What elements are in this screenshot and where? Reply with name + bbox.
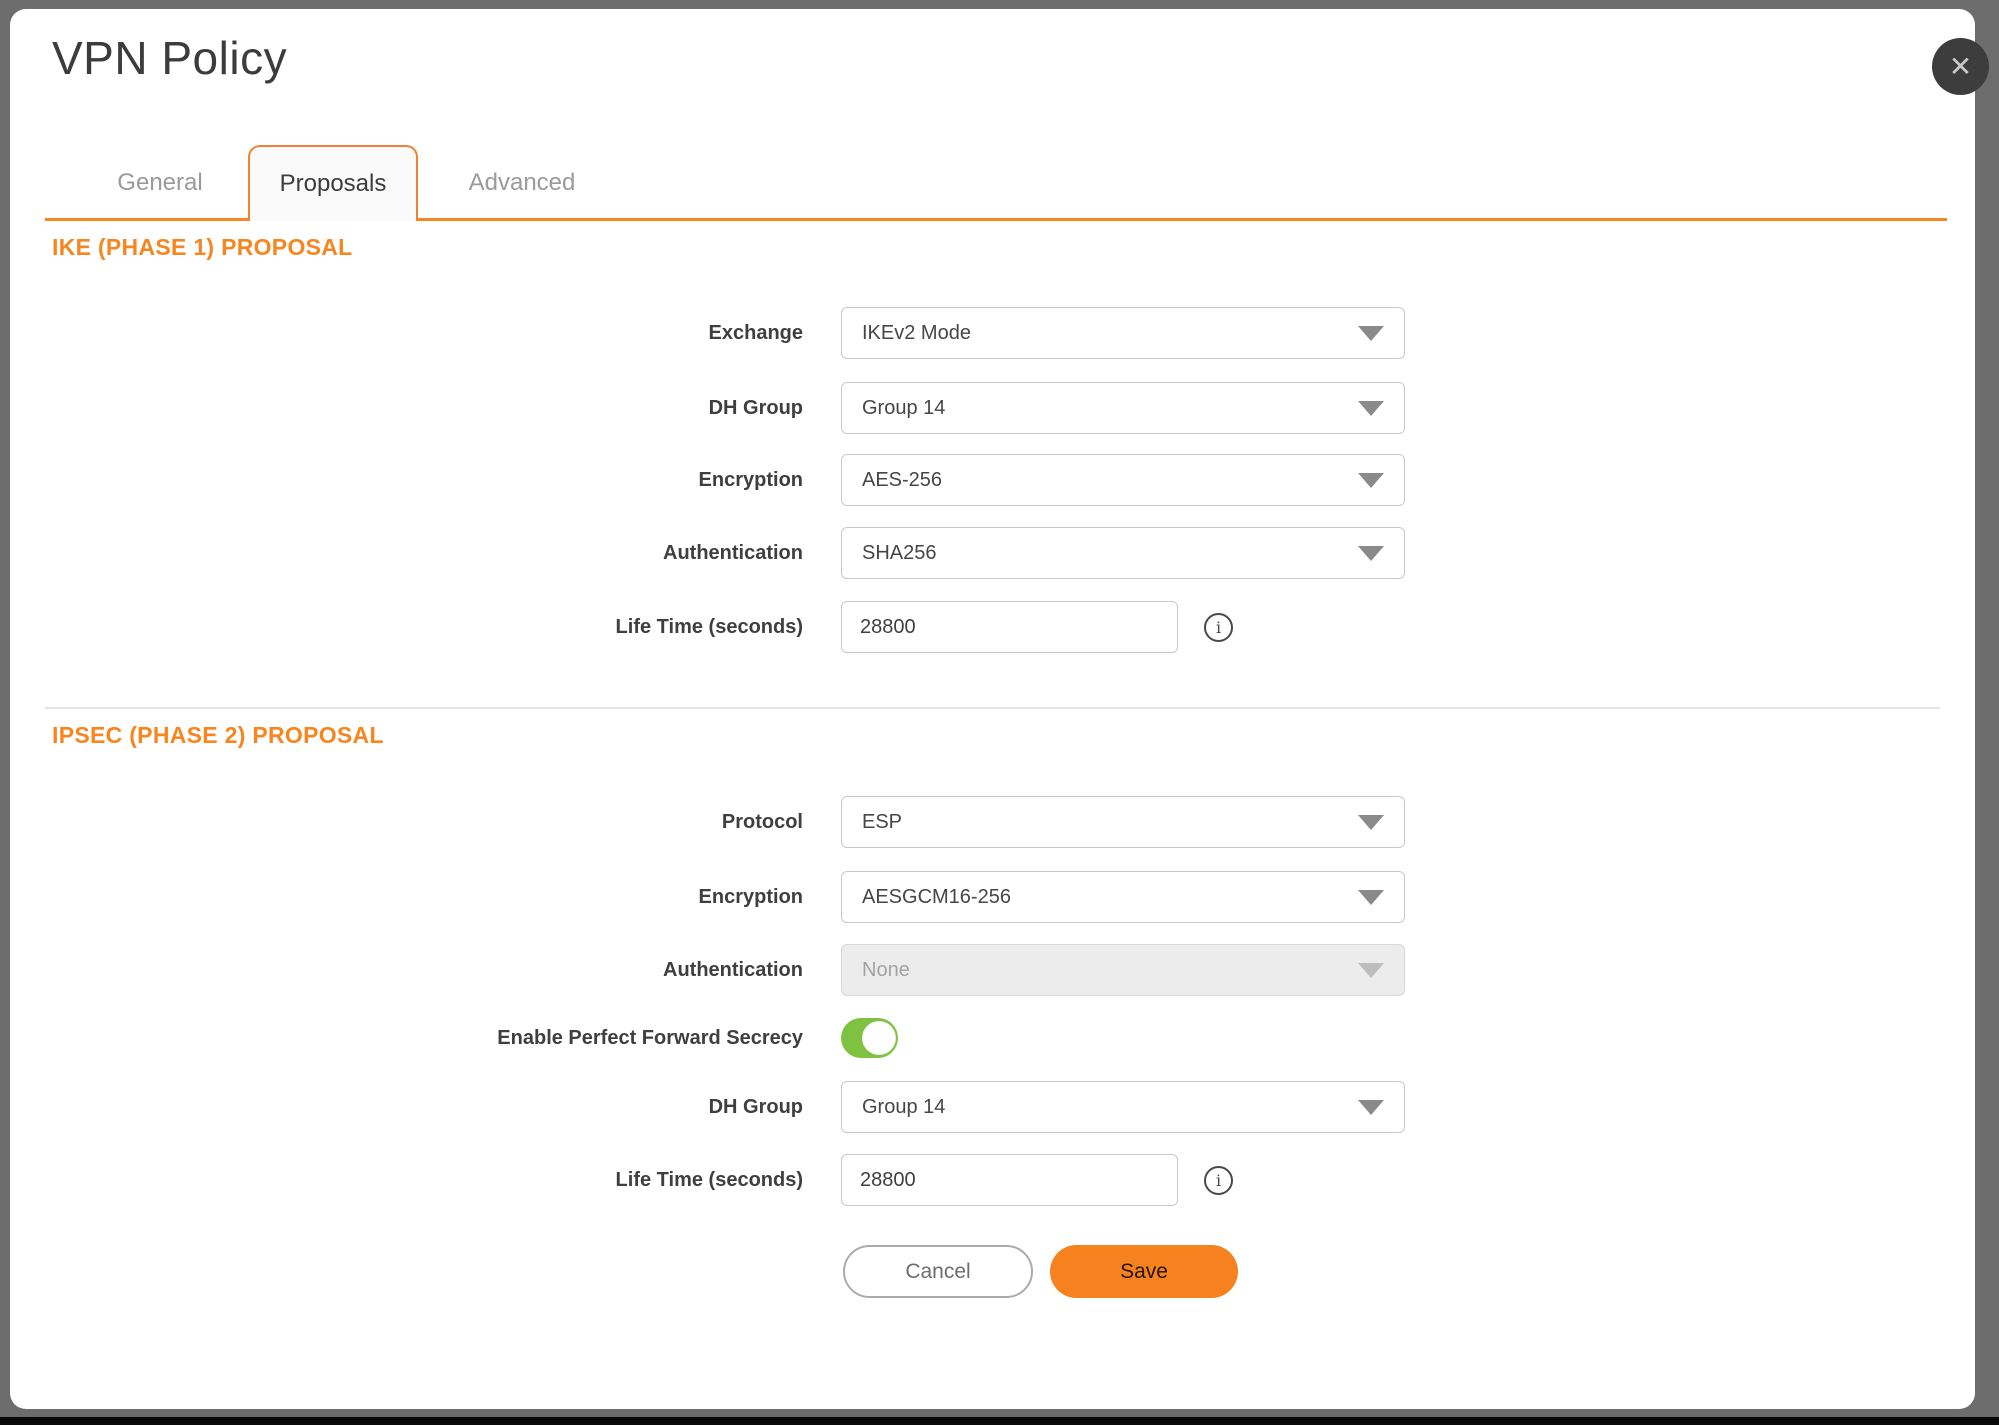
ipsec-encryption-row: Encryption AESGCM16-256 [10,871,1975,923]
pfs-row: Enable Perfect Forward Secrecy [10,1018,1975,1058]
ipsec-authentication-row: Authentication None [10,944,1975,996]
protocol-label: Protocol [10,811,803,834]
ike-lifetime-label: Life Time (seconds) [10,616,803,639]
tab-general[interactable]: General [75,145,245,221]
exchange-row: Exchange IKEv2 Mode [10,307,1975,359]
ike-authentication-select[interactable]: SHA256 [841,527,1405,579]
ipsec-authentication-select: None [841,944,1405,996]
ipsec-dh-group-select[interactable]: Group 14 [841,1081,1405,1133]
exchange-value: IKEv2 Mode [862,322,971,345]
chevron-down-icon [1358,546,1384,561]
ike-encryption-value: AES-256 [862,469,942,492]
ipsec-encryption-select[interactable]: AESGCM16-256 [841,871,1405,923]
ipsec-encryption-value: AESGCM16-256 [862,886,1011,909]
ipsec-authentication-label: Authentication [10,959,803,982]
ike-authentication-row: Authentication SHA256 [10,527,1975,579]
chevron-down-icon [1358,963,1384,978]
cancel-button[interactable]: Cancel [843,1245,1033,1298]
ike-encryption-label: Encryption [10,469,803,492]
info-icon[interactable]: i [1204,1166,1233,1195]
tab-proposals[interactable]: Proposals [248,145,418,221]
tab-bar: General Proposals Advanced [45,145,1947,221]
ipsec-encryption-label: Encryption [10,886,803,909]
save-button[interactable]: Save [1050,1245,1238,1298]
ike-encryption-select[interactable]: AES-256 [841,454,1405,506]
ike-dh-group-value: Group 14 [862,397,945,420]
ike-phase1-heading: IKE (PHASE 1) PROPOSAL [52,234,353,261]
close-icon[interactable]: ✕ [1932,38,1989,95]
pfs-label: Enable Perfect Forward Secrecy [10,1027,803,1050]
ike-authentication-label: Authentication [10,542,803,565]
ipsec-lifetime-label: Life Time (seconds) [10,1169,803,1192]
ike-lifetime-input[interactable] [841,601,1178,653]
info-icon[interactable]: i [1204,613,1233,642]
tab-advanced[interactable]: Advanced [437,145,607,221]
protocol-select[interactable]: ESP [841,796,1405,848]
chevron-down-icon [1358,326,1384,341]
section-divider [45,707,1940,709]
ipsec-lifetime-input[interactable] [841,1154,1178,1206]
ipsec-dh-group-row: DH Group Group 14 [10,1081,1975,1133]
protocol-value: ESP [862,811,902,834]
page-title: VPN Policy [52,31,287,85]
ike-dh-group-select[interactable]: Group 14 [841,382,1405,434]
ike-authentication-value: SHA256 [862,542,937,565]
exchange-select[interactable]: IKEv2 Mode [841,307,1405,359]
ipsec-dh-group-label: DH Group [10,1096,803,1119]
ipsec-lifetime-row: Life Time (seconds) i [10,1154,1975,1206]
vpn-policy-dialog: VPN Policy General Proposals Advanced IK… [10,9,1975,1409]
ike-encryption-row: Encryption AES-256 [10,454,1975,506]
chevron-down-icon [1358,815,1384,830]
toggle-knob [862,1021,896,1055]
chevron-down-icon [1358,890,1384,905]
protocol-row: Protocol ESP [10,796,1975,848]
ike-lifetime-row: Life Time (seconds) i [10,601,1975,653]
chevron-down-icon [1358,401,1384,416]
ipsec-dh-group-value: Group 14 [862,1096,945,1119]
pfs-toggle[interactable] [841,1018,898,1058]
ipsec-phase2-heading: IPSEC (PHASE 2) PROPOSAL [52,722,384,749]
exchange-label: Exchange [10,322,803,345]
ipsec-authentication-value: None [862,959,910,982]
chevron-down-icon [1358,473,1384,488]
chevron-down-icon [1358,1100,1384,1115]
ike-dh-group-row: DH Group Group 14 [10,382,1975,434]
ike-dh-group-label: DH Group [10,397,803,420]
